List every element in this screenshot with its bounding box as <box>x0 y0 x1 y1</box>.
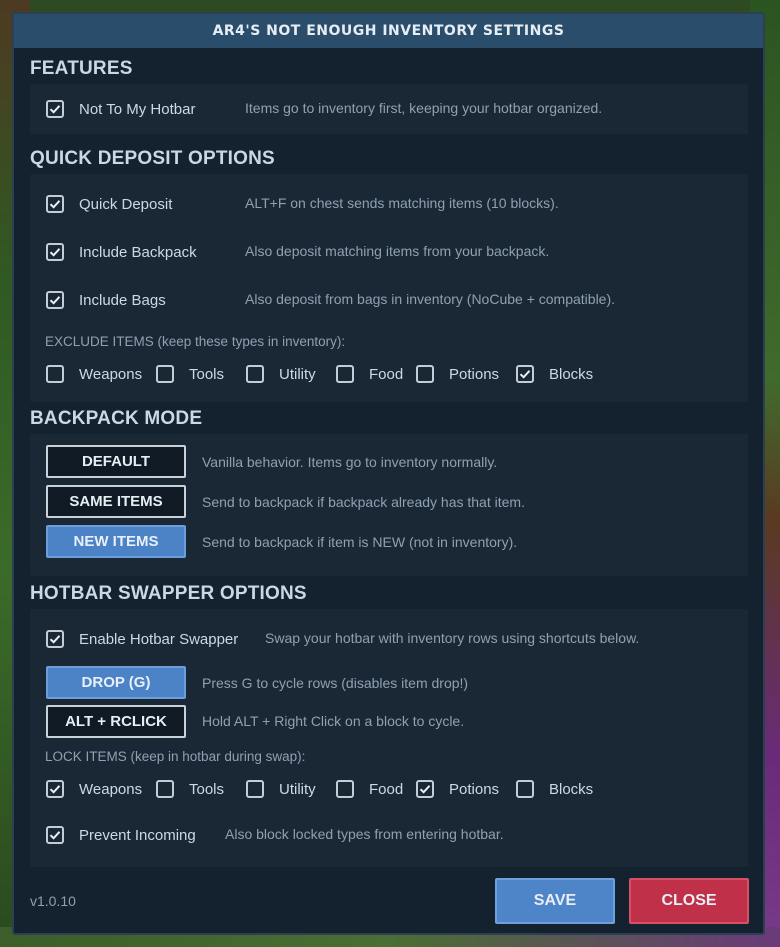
section-title-features: FEATURES <box>30 58 133 79</box>
exclude-food-label: Food <box>369 365 404 383</box>
checkbox-exclude-potions[interactable] <box>416 365 434 383</box>
include-bags-toggle[interactable]: Include Bags <box>46 288 166 312</box>
exclude-weapons[interactable]: Weapons <box>46 362 142 386</box>
lock-blocks-label: Blocks <box>549 780 594 798</box>
version-label: v1.0.10 <box>30 893 76 909</box>
section-title-hotbar-swapper: HOTBAR SWAPPER OPTIONS <box>30 583 307 604</box>
enable-hotbar-swapper-desc: Swap your hotbar with inventory rows usi… <box>265 630 640 646</box>
checkbox-exclude-utility[interactable] <box>246 365 264 383</box>
include-bags-desc: Also deposit from bags in inventory (NoC… <box>245 291 616 307</box>
mode-new-items-button[interactable]: NEW ITEMS <box>46 525 186 558</box>
checkbox-lock-potions[interactable] <box>416 780 434 798</box>
quick-deposit-label: Quick Deposit <box>79 195 173 213</box>
include-backpack-desc: Also deposit matching items from your ba… <box>245 243 550 259</box>
exclude-tools-label: Tools <box>189 365 225 383</box>
checkbox-lock-utility[interactable] <box>246 780 264 798</box>
backpack-mode-box: DEFAULT Vanilla behavior. Items go to in… <box>30 434 748 576</box>
include-backpack-label: Include Backpack <box>79 243 197 261</box>
not-to-hotbar-desc: Items go to inventory first, keeping you… <box>245 100 603 116</box>
mode-new-items-desc: Send to backpack if item is NEW (not in … <box>202 534 518 550</box>
mode-default-button[interactable]: DEFAULT <box>46 445 186 478</box>
save-button[interactable]: SAVE <box>495 878 615 924</box>
drop-key-desc: Press G to cycle rows (disables item dro… <box>202 675 469 691</box>
include-bags-label: Include Bags <box>79 291 166 309</box>
mode-same-items-desc: Send to backpack if backpack already has… <box>202 494 525 510</box>
checkbox-enable-hotbar-swapper[interactable] <box>46 630 64 648</box>
lock-items-label: LOCK ITEMS (keep in hotbar during swap): <box>45 749 306 764</box>
enable-hotbar-swapper-label: Enable Hotbar Swapper <box>79 630 239 648</box>
window-title: AR4'S NOT ENOUGH INVENTORY SETTINGS <box>14 14 763 48</box>
drop-key-button[interactable]: DROP (G) <box>46 666 186 699</box>
checkbox-not-to-hotbar[interactable] <box>46 100 64 118</box>
checkbox-quick-deposit[interactable] <box>46 195 64 213</box>
exclude-blocks[interactable]: Blocks <box>516 362 593 386</box>
checkbox-lock-food[interactable] <box>336 780 354 798</box>
exclude-potions[interactable]: Potions <box>416 362 499 386</box>
lock-utility[interactable]: Utility <box>246 777 316 801</box>
checkbox-include-bags[interactable] <box>46 291 64 309</box>
exclude-utility[interactable]: Utility <box>246 362 316 386</box>
exclude-tools[interactable]: Tools <box>156 362 224 386</box>
checkbox-exclude-food[interactable] <box>336 365 354 383</box>
not-to-hotbar-label: Not To My Hotbar <box>79 100 196 118</box>
hotbar-swapper-box: Enable Hotbar Swapper Swap your hotbar w… <box>30 609 748 867</box>
alt-rclick-desc: Hold ALT + Right Click on a block to cyc… <box>202 713 465 729</box>
checkbox-prevent-incoming[interactable] <box>46 826 64 844</box>
include-backpack-toggle[interactable]: Include Backpack <box>46 240 197 264</box>
checkbox-lock-weapons[interactable] <box>46 780 64 798</box>
checkbox-exclude-weapons[interactable] <box>46 365 64 383</box>
lock-potions[interactable]: Potions <box>416 777 499 801</box>
checkbox-include-backpack[interactable] <box>46 243 64 261</box>
lock-food[interactable]: Food <box>336 777 403 801</box>
prevent-incoming-desc: Also block locked types from entering ho… <box>225 826 504 842</box>
mode-default-desc: Vanilla behavior. Items go to inventory … <box>202 454 498 470</box>
checkbox-lock-blocks[interactable] <box>516 780 534 798</box>
lock-weapons-label: Weapons <box>79 780 143 798</box>
lock-tools[interactable]: Tools <box>156 777 224 801</box>
checkbox-exclude-tools[interactable] <box>156 365 174 383</box>
lock-utility-label: Utility <box>279 780 316 798</box>
alt-rclick-button[interactable]: ALT + RCLICK <box>46 705 186 738</box>
exclude-weapons-label: Weapons <box>79 365 143 383</box>
exclude-blocks-label: Blocks <box>549 365 594 383</box>
checkbox-lock-tools[interactable] <box>156 780 174 798</box>
lock-potions-label: Potions <box>449 780 500 798</box>
quick-deposit-desc: ALT+F on chest sends matching items (10 … <box>245 195 559 211</box>
exclude-potions-label: Potions <box>449 365 500 383</box>
not-to-hotbar-toggle[interactable]: Not To My Hotbar <box>46 97 195 121</box>
mode-same-items-button[interactable]: SAME ITEMS <box>46 485 186 518</box>
enable-hotbar-swapper-toggle[interactable]: Enable Hotbar Swapper <box>46 627 238 651</box>
settings-panel: AR4'S NOT ENOUGH INVENTORY SETTINGS FEAT… <box>12 12 765 935</box>
exclude-food[interactable]: Food <box>336 362 403 386</box>
lock-blocks[interactable]: Blocks <box>516 777 593 801</box>
exclude-utility-label: Utility <box>279 365 316 383</box>
section-title-backpack-mode: BACKPACK MODE <box>30 408 203 429</box>
lock-tools-label: Tools <box>189 780 225 798</box>
exclude-items-label: EXCLUDE ITEMS (keep these types in inven… <box>45 334 346 349</box>
quick-deposit-box: Quick Deposit ALT+F on chest sends match… <box>30 174 748 402</box>
features-box: Not To My Hotbar Items go to inventory f… <box>30 84 748 134</box>
prevent-incoming-label: Prevent Incoming <box>79 826 196 844</box>
prevent-incoming-toggle[interactable]: Prevent Incoming <box>46 823 196 847</box>
checkbox-exclude-blocks[interactable] <box>516 365 534 383</box>
lock-weapons[interactable]: Weapons <box>46 777 142 801</box>
lock-food-label: Food <box>369 780 404 798</box>
section-title-quick-deposit: QUICK DEPOSIT OPTIONS <box>30 148 275 169</box>
quick-deposit-toggle[interactable]: Quick Deposit <box>46 192 172 216</box>
close-button[interactable]: CLOSE <box>629 878 749 924</box>
